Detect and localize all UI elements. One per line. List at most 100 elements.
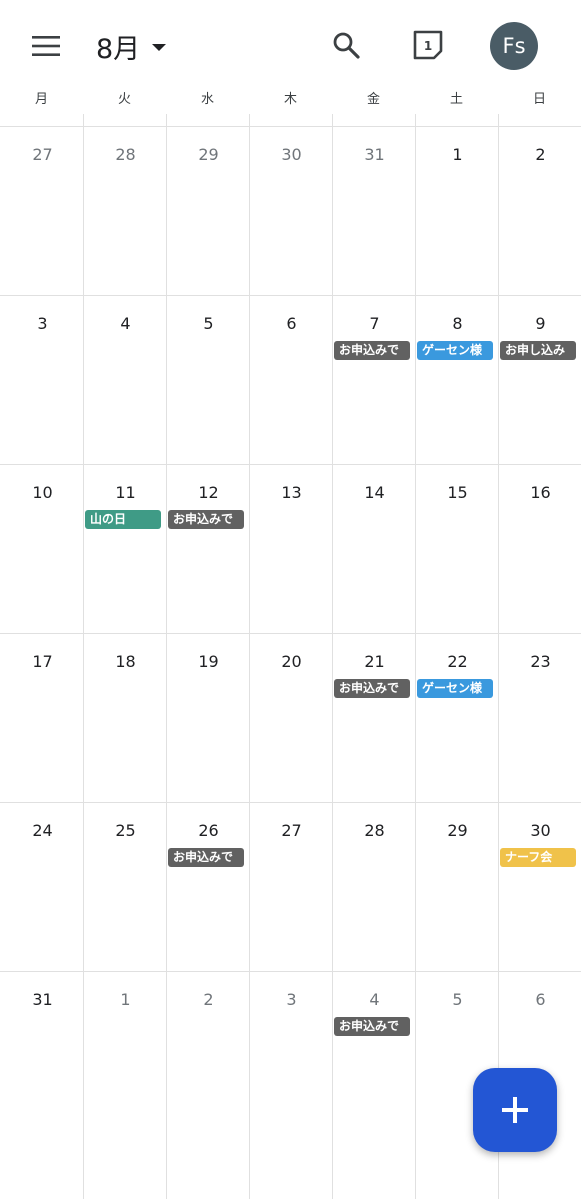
day-cell[interactable]: 13 xyxy=(250,465,333,634)
day-number: 30 xyxy=(281,145,302,164)
day-cell[interactable]: 19 xyxy=(167,634,250,803)
day-cell[interactable]: 5 xyxy=(167,296,250,465)
event-chip[interactable]: お申込みで xyxy=(334,341,410,360)
event-chip[interactable]: ゲーセン様 xyxy=(417,679,493,698)
day-cell[interactable]: 21 お申込みで xyxy=(333,634,416,803)
event-chip[interactable]: お申込みで xyxy=(168,848,244,867)
day-cell[interactable]: 2 xyxy=(499,127,581,296)
day-cell[interactable]: 26 お申込みで xyxy=(167,803,250,972)
day-cell[interactable]: 1 xyxy=(416,127,499,296)
day-number: 21 xyxy=(364,652,385,671)
today-date: 1 xyxy=(423,38,433,53)
day-cell[interactable]: 9 お申し込み xyxy=(499,296,581,465)
day-number: 4 xyxy=(120,314,131,333)
day-cell[interactable]: 27 xyxy=(250,803,333,972)
day-cell[interactable]: 30 ナーフ会 xyxy=(499,803,581,972)
day-cell[interactable]: 10 xyxy=(1,465,84,634)
day-number: 14 xyxy=(364,483,385,502)
day-cell[interactable]: 29 xyxy=(167,127,250,296)
month-selector[interactable]: 8月 xyxy=(96,26,167,66)
day-cell[interactable]: 27 xyxy=(1,127,84,296)
weekday-label: 日 xyxy=(532,92,546,107)
day-cell[interactable]: 28 xyxy=(84,127,167,296)
day-number: 30 xyxy=(530,821,551,840)
day-number: 24 xyxy=(32,821,53,840)
day-number: 19 xyxy=(198,652,219,671)
day-cell[interactable]: 14 xyxy=(333,465,416,634)
day-cell[interactable]: 31 xyxy=(333,127,416,296)
day-cell[interactable]: 11 山の日 xyxy=(84,465,167,634)
day-number: 6 xyxy=(286,314,297,333)
day-cell[interactable]: 7 お申込みで xyxy=(333,296,416,465)
event-chip[interactable]: お申込みで xyxy=(334,679,410,698)
day-number: 7 xyxy=(369,314,380,333)
day-number: 28 xyxy=(115,145,136,164)
day-cell[interactable]: 6 xyxy=(250,296,333,465)
search-button[interactable] xyxy=(326,25,366,65)
day-number: 2 xyxy=(203,990,214,1009)
event-chip[interactable]: お申込みで xyxy=(334,1017,410,1036)
create-event-button[interactable] xyxy=(473,1068,557,1152)
day-cell[interactable]: 30 xyxy=(250,127,333,296)
day-cell[interactable]: 12 お申込みで xyxy=(167,465,250,634)
weekday-label: 木 xyxy=(283,92,297,107)
day-cell[interactable]: 1 xyxy=(84,972,167,1141)
event-chip[interactable]: お申し込み xyxy=(500,341,576,360)
day-cell[interactable]: 16 xyxy=(499,465,581,634)
event-chip[interactable]: お申込みで xyxy=(168,510,244,529)
weekday-label: 金 xyxy=(366,92,380,107)
weekday-label: 火 xyxy=(117,92,131,107)
day-cell[interactable]: 24 xyxy=(1,803,84,972)
day-cell[interactable]: 4 お申込みで xyxy=(333,972,416,1141)
day-cell[interactable]: 15 xyxy=(416,465,499,634)
day-number: 1 xyxy=(452,145,463,164)
day-number: 17 xyxy=(32,652,53,671)
account-avatar[interactable]: Fs xyxy=(490,22,538,70)
day-number: 5 xyxy=(452,990,463,1009)
plus-icon xyxy=(502,1097,528,1123)
day-number: 8 xyxy=(452,314,463,333)
day-cell[interactable]: 17 xyxy=(1,634,84,803)
day-number: 12 xyxy=(198,483,219,502)
event-chip[interactable]: 山の日 xyxy=(85,510,161,529)
day-cell[interactable]: 2 xyxy=(167,972,250,1141)
day-number: 6 xyxy=(535,990,546,1009)
day-number: 28 xyxy=(364,821,385,840)
day-number: 15 xyxy=(447,483,468,502)
day-number: 3 xyxy=(37,314,48,333)
day-cell[interactable]: 29 xyxy=(416,803,499,972)
weekday-header: 月 火 水 木 金 土 日 xyxy=(0,88,581,114)
day-number: 20 xyxy=(281,652,302,671)
day-number: 27 xyxy=(32,145,53,164)
day-number: 4 xyxy=(369,990,380,1009)
weekday-label: 水 xyxy=(200,92,214,107)
day-cell[interactable]: 4 xyxy=(84,296,167,465)
weekday-label: 月 xyxy=(34,92,48,107)
day-number: 11 xyxy=(115,483,136,502)
event-chip[interactable]: ゲーセン様 xyxy=(417,341,493,360)
day-number: 9 xyxy=(535,314,546,333)
event-chip[interactable]: ナーフ会 xyxy=(500,848,576,867)
day-cell[interactable]: 28 xyxy=(333,803,416,972)
day-cell[interactable]: 3 xyxy=(250,972,333,1141)
search-icon xyxy=(333,32,360,59)
day-number: 29 xyxy=(447,821,468,840)
day-cell[interactable]: 22 ゲーセン様 xyxy=(416,634,499,803)
day-number: 13 xyxy=(281,483,302,502)
day-cell[interactable]: 31 xyxy=(1,972,84,1141)
day-number: 26 xyxy=(198,821,219,840)
menu-button[interactable] xyxy=(26,26,66,66)
day-cell[interactable]: 3 xyxy=(1,296,84,465)
day-number: 27 xyxy=(281,821,302,840)
day-number: 3 xyxy=(286,990,297,1009)
app-bar: 8月 1 Fs xyxy=(0,0,581,90)
day-cell[interactable]: 20 xyxy=(250,634,333,803)
day-number: 31 xyxy=(364,145,385,164)
day-number: 18 xyxy=(115,652,136,671)
today-button[interactable]: 1 xyxy=(408,25,448,65)
day-cell[interactable]: 18 xyxy=(84,634,167,803)
day-cell[interactable]: 8 ゲーセン様 xyxy=(416,296,499,465)
day-cell[interactable]: 23 xyxy=(499,634,581,803)
day-cell[interactable]: 25 xyxy=(84,803,167,972)
day-number: 29 xyxy=(198,145,219,164)
